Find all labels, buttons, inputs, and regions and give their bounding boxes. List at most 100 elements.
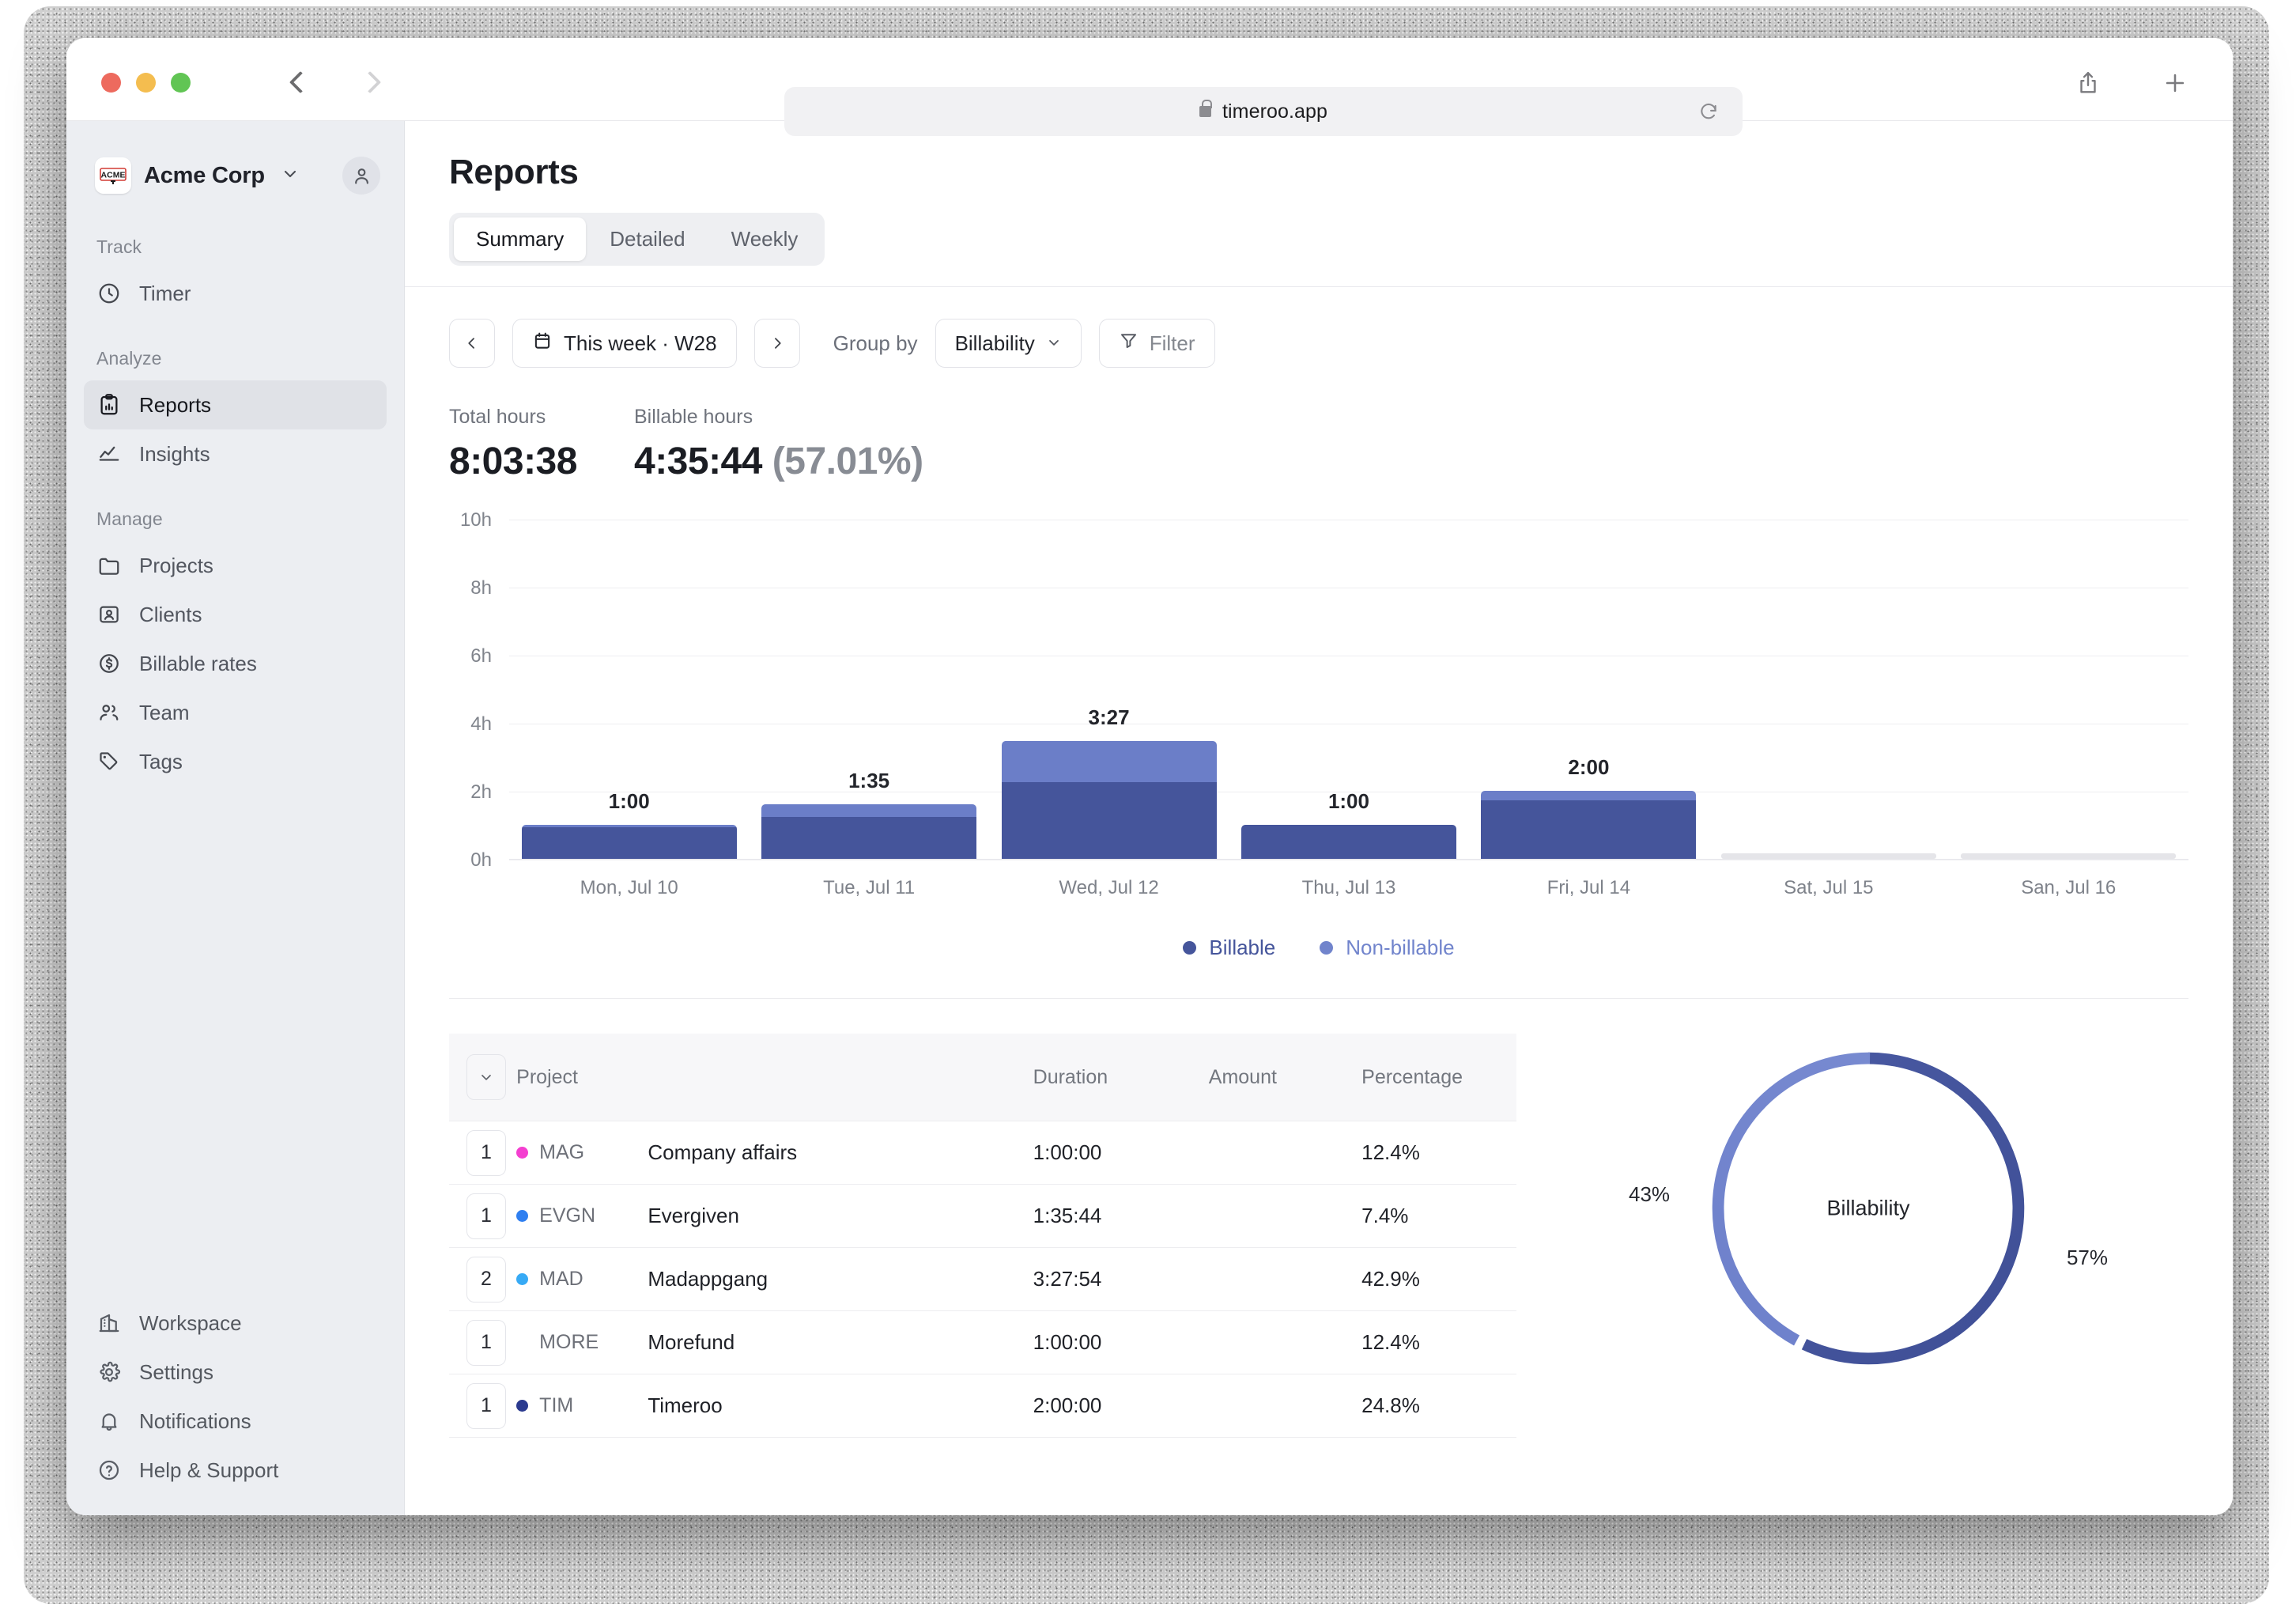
workspace-switcher[interactable]: ACME Acme Corp [66, 148, 404, 203]
next-period-button[interactable] [753, 319, 800, 368]
stat-billable-hours: Billable hours 4:35:44 (57.01%) [634, 406, 923, 483]
project-name-cell: Timeroo [648, 1374, 1033, 1438]
table-row[interactable]: 1 MORE Morefund 1:00:00 12.4% [449, 1310, 1516, 1374]
plus-icon[interactable] [2158, 66, 2192, 100]
table-row[interactable]: 1 TIM Timeroo 2:00:00 24.8% [449, 1374, 1516, 1438]
table-header-row: Project Duration Amount Percentage [449, 1034, 1516, 1121]
row-count-cell[interactable]: 1 [449, 1121, 517, 1185]
share-icon[interactable] [2071, 66, 2105, 100]
row-count-cell[interactable]: 1 [449, 1184, 517, 1248]
sidebar-bottom: Workspace Settings Notifications Help & … [66, 1299, 404, 1495]
bar-column[interactable]: 1:00 [509, 520, 749, 859]
row-count-cell[interactable]: 1 [449, 1310, 517, 1374]
users-icon [96, 700, 122, 725]
table-row[interactable]: 1 EVGN Evergiven 1:35:44 7.4% [449, 1184, 1516, 1248]
chevron-down-icon [1046, 331, 1062, 356]
project-name-cell: Evergiven [648, 1184, 1033, 1248]
tab-summary[interactable]: Summary [454, 217, 587, 261]
question-circle-icon [96, 1458, 122, 1483]
sidebar-item-team[interactable]: Team [84, 688, 387, 737]
filter-label: Filter [1149, 331, 1195, 355]
x-axis-label: Mon, Jul 10 [580, 877, 678, 898]
sidebar-item-clients[interactable]: Clients [84, 590, 387, 639]
project-name-cell: Morefund [648, 1310, 1033, 1374]
tab-detailed[interactable]: Detailed [587, 217, 707, 261]
stat-value: 4:35:44 [634, 440, 762, 482]
date-range-label: This week · W28 [564, 331, 717, 355]
sidebar-item-projects[interactable]: Projects [84, 541, 387, 590]
app-root: ACME Acme Corp Track Timer Analyze Repor… [66, 121, 2233, 1515]
project-code-cell: MAG [516, 1121, 648, 1185]
bar-column[interactable]: 2:00 [1469, 520, 1709, 859]
close-window-button[interactable] [101, 73, 121, 93]
bar-stack[interactable] [1241, 825, 1456, 859]
sidebar-item-tags[interactable]: Tags [84, 737, 387, 786]
tab-weekly[interactable]: Weekly [709, 217, 821, 261]
page-header: Reports Summary Detailed Weekly [405, 121, 2233, 287]
bar-column[interactable] [1709, 520, 1948, 859]
maximize-window-button[interactable] [171, 73, 191, 93]
sidebar-item-label: Projects [139, 553, 213, 577]
amount-cell [1208, 1121, 1362, 1185]
dollar-circle-icon [96, 651, 122, 676]
bar-column[interactable]: 3:27 [989, 520, 1229, 859]
project-code-cell: MORE [516, 1310, 648, 1374]
bar-stack[interactable] [521, 825, 737, 859]
sidebar-item-settings[interactable]: Settings [84, 1348, 387, 1397]
sidebar-item-insights[interactable]: Insights [84, 429, 387, 478]
filter-button[interactable]: Filter [1098, 319, 1215, 368]
row-count-badge: 1 [466, 1129, 506, 1176]
forward-button[interactable] [351, 63, 389, 101]
legend-item-non-billable[interactable]: Non-billable [1320, 936, 1455, 960]
project-code: MAD [539, 1268, 583, 1290]
column-header-project[interactable]: Project [516, 1034, 1033, 1121]
billability-donut-chart: Billability 43% 57% [1548, 1034, 2188, 1375]
reload-icon[interactable] [1698, 101, 1719, 122]
group-by-value: Billability [954, 331, 1035, 355]
sidebar-item-billable-rates[interactable]: Billable rates [84, 639, 387, 688]
group-by-select[interactable]: Billability [935, 319, 1082, 368]
sidebar-item-notifications[interactable]: Notifications [84, 1397, 387, 1446]
bar-column[interactable]: 1:00 [1229, 520, 1468, 859]
report-toolbar: This week · W28 Group by Billability Fil… [405, 287, 2233, 368]
bar-stack[interactable] [1481, 791, 1697, 859]
line-chart-icon [96, 441, 122, 467]
collapse-all-button[interactable] [466, 1054, 506, 1100]
sidebar-item-workspace[interactable]: Workspace [84, 1299, 387, 1348]
stat-value: 8:03:38 [449, 440, 577, 482]
avatar[interactable] [342, 157, 380, 195]
table-row[interactable]: 2 MAD Madappgang 3:27:54 42.9% [449, 1247, 1516, 1311]
bar-segment-billable [521, 827, 737, 859]
bar-stack[interactable] [761, 804, 977, 859]
row-count-cell[interactable]: 2 [449, 1247, 517, 1311]
legend-item-billable[interactable]: Billable [1183, 936, 1275, 960]
bar-value-label: 3:27 [1088, 705, 1130, 730]
sidebar-item-help-support[interactable]: Help & Support [84, 1446, 387, 1495]
back-button[interactable] [281, 63, 319, 101]
bar-column[interactable] [1949, 520, 2188, 859]
sidebar-item-timer[interactable]: Timer [84, 269, 387, 318]
bar-segment-non-billable [1001, 741, 1217, 783]
donut-center-label: Billability [1826, 1196, 1910, 1220]
table-row[interactable]: 1 MAG Company affairs 1:00:00 12.4% [449, 1121, 1516, 1185]
project-color-dot-icon [516, 1147, 529, 1159]
column-header-duration[interactable]: Duration [1033, 1034, 1209, 1121]
column-header-percentage[interactable]: Percentage [1361, 1034, 1516, 1121]
nav-group-analyze: Analyze Reports Insights [66, 348, 404, 478]
minimize-window-button[interactable] [136, 73, 156, 93]
donut-label-billable: 57% [2066, 1246, 2108, 1269]
chevron-down-icon [281, 164, 300, 187]
date-range-picker[interactable]: This week · W28 [512, 319, 737, 368]
bar-value-label: 2:00 [1568, 755, 1610, 779]
sidebar-item-reports[interactable]: Reports [84, 380, 387, 429]
row-count-cell[interactable]: 1 [449, 1374, 517, 1438]
project-code: TIM [539, 1394, 574, 1416]
bar-stack[interactable] [1001, 741, 1217, 859]
address-bar[interactable]: timeroo.app [784, 87, 1743, 136]
id-card-icon [96, 602, 122, 627]
bar-column[interactable]: 1:35 [749, 520, 988, 859]
column-header-amount[interactable]: Amount [1208, 1034, 1362, 1121]
x-axis-label: Wed, Jul 12 [1059, 877, 1159, 898]
project-code: EVGN [539, 1204, 596, 1227]
previous-period-button[interactable] [449, 319, 495, 368]
